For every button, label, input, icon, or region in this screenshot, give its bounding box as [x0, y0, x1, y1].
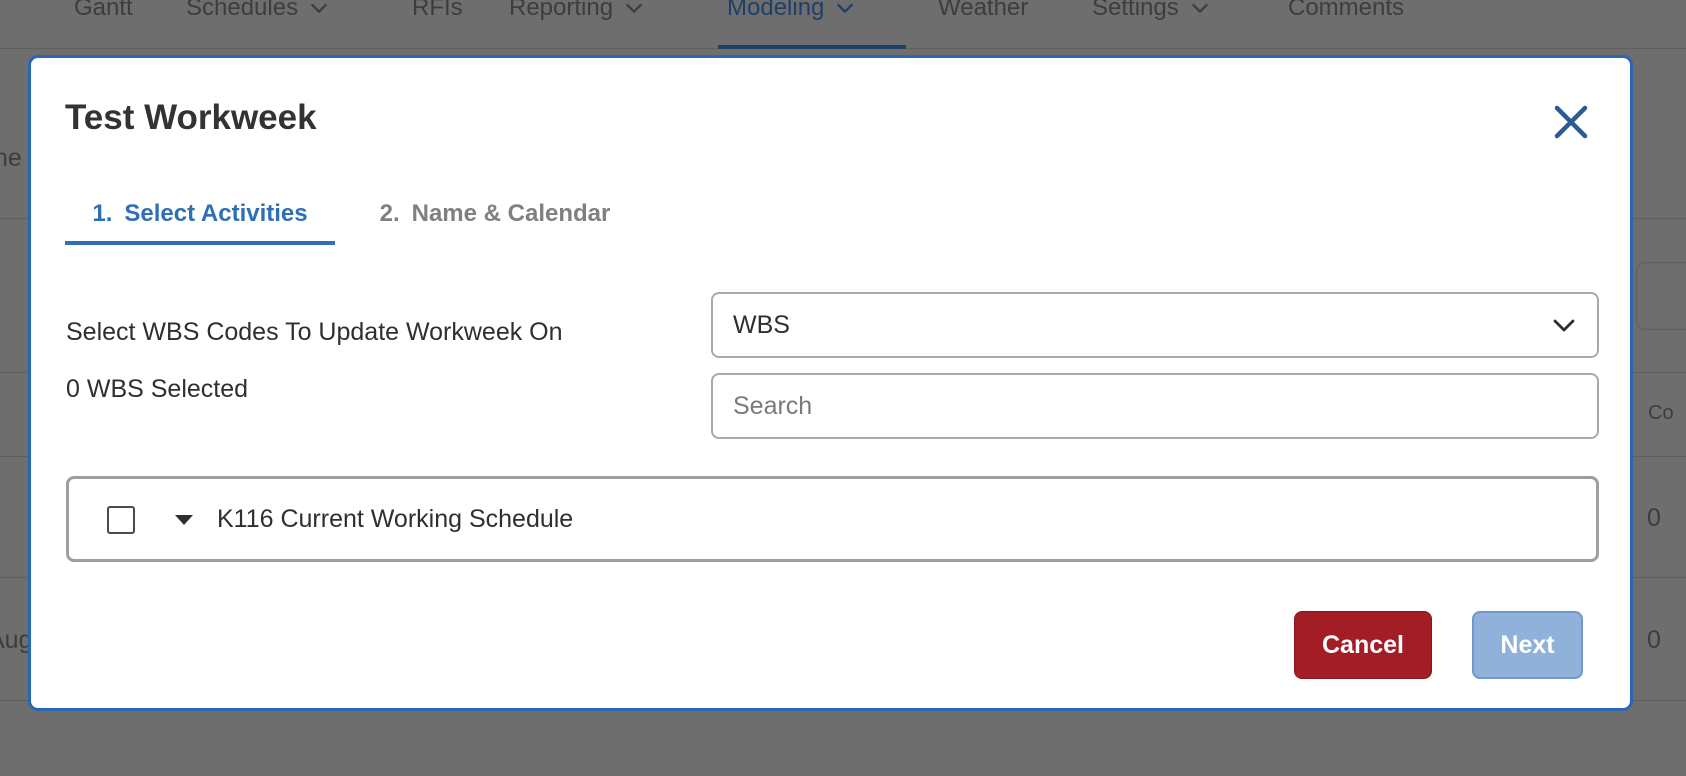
workweek-modal: Test Workweek 1. Select Activities 2. Na… — [28, 55, 1633, 711]
close-icon — [1554, 105, 1588, 139]
tab-select-activities[interactable]: 1. Select Activities — [65, 186, 335, 245]
chevron-down-icon — [0, 0, 2, 19]
nav-active-underline — [718, 45, 906, 49]
nav-item-label: RFIs — [412, 0, 463, 21]
wbs-tree: K116 Current Working Schedule — [66, 476, 1599, 562]
caret-down-icon[interactable] — [173, 512, 195, 528]
select-value: WBS — [733, 310, 790, 339]
tab-number: 2. — [379, 200, 400, 227]
background-nav-chevron — [0, 0, 2, 28]
background-search-button-edge — [1636, 262, 1686, 330]
cancel-button[interactable]: Cancel — [1294, 611, 1432, 679]
nav-item-label: Weather — [938, 0, 1029, 21]
wbs-selected-count: 0 WBS Selected — [66, 375, 249, 403]
chevron-down-icon — [1191, 3, 1208, 14]
tab-label: Name & Calendar — [411, 200, 611, 227]
chevron-down-icon — [625, 3, 643, 14]
tab-name-calendar[interactable]: 2. Name & Calendar — [365, 186, 625, 242]
search-input[interactable] — [711, 373, 1599, 439]
chevron-down-icon — [310, 3, 328, 14]
tree-item-checkbox[interactable] — [107, 506, 135, 534]
background-fragment-text: he — [0, 144, 22, 172]
modal-title: Test Workweek — [65, 98, 317, 137]
background-cell-value: 0 — [1647, 626, 1661, 654]
tab-active-underline — [65, 241, 335, 245]
nav-item-label: Gantt — [74, 0, 133, 21]
next-button[interactable]: Next — [1472, 611, 1583, 679]
nav-item-label: Reporting — [509, 0, 614, 21]
nav-item-label: Modeling — [727, 0, 825, 21]
chevron-down-icon — [837, 3, 854, 14]
tree-item-label: K116 Current Working Schedule — [217, 505, 574, 533]
nav-item-label: Settings — [1092, 0, 1179, 21]
nav-item-label: Schedules — [186, 0, 299, 21]
nav-item-comments[interactable]: Comments — [1288, 0, 1404, 28]
tab-number: 1. — [92, 200, 113, 227]
background-nav-bar: Gantt Schedules RFIs Reporting Modeling … — [0, 0, 1686, 49]
nav-item-gantt[interactable]: Gantt — [74, 0, 133, 28]
close-button[interactable] — [1549, 100, 1593, 144]
nav-item-settings[interactable]: Settings — [1092, 0, 1211, 28]
nav-item-modeling[interactable]: Modeling — [727, 0, 856, 28]
nav-item-weather[interactable]: Weather — [938, 0, 1028, 28]
chevron-down-icon — [1553, 319, 1575, 332]
background-cell-value: 0 — [1647, 504, 1661, 532]
nav-item-schedules[interactable]: Schedules — [186, 0, 330, 28]
nav-item-reporting[interactable]: Reporting — [509, 0, 645, 28]
nav-item-rfis[interactable]: RFIs — [412, 0, 463, 28]
wbs-type-select[interactable]: WBS — [711, 292, 1599, 358]
wbs-select-label: Select WBS Codes To Update Workweek On — [66, 318, 563, 346]
background-column-header: Co — [1648, 402, 1674, 424]
nav-item-label: Comments — [1288, 0, 1405, 21]
tab-label: Select Activities — [124, 200, 308, 227]
